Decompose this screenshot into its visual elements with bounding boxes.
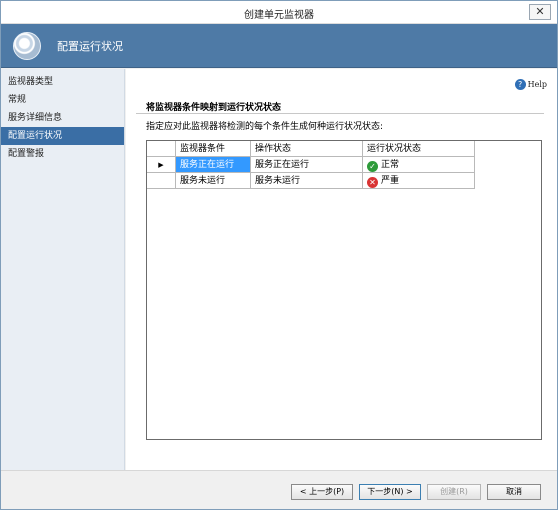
cancel-button[interactable]: 取消 xyxy=(487,484,541,500)
row-header-cell xyxy=(147,173,176,189)
monitor-condition-cell[interactable]: 服务未运行 xyxy=(176,173,251,189)
close-icon: ✕ xyxy=(535,5,545,18)
operational-state-cell[interactable]: 服务未运行 xyxy=(251,173,363,189)
column-header-monitor-condition[interactable]: 监视器条件 xyxy=(176,141,251,157)
page-heading: 配置运行状况 xyxy=(57,40,123,53)
monitor-condition-cell[interactable]: 服务正在运行 xyxy=(176,157,251,173)
help-link[interactable]: ? Help xyxy=(514,79,547,90)
table-row[interactable]: ▶ 服务正在运行 服务正在运行 ✓ 正常 xyxy=(147,157,541,173)
grid-header-row: 监视器条件 操作状态 运行状况状态 xyxy=(147,141,541,157)
grid-corner-cell xyxy=(147,141,176,157)
sidebar-item-service-details[interactable]: 服务详细信息 xyxy=(1,109,124,127)
sidebar-item-configure-alerts[interactable]: 配置警报 xyxy=(1,145,124,163)
close-button[interactable]: ✕ xyxy=(529,4,551,20)
error-circle-icon: ✕ xyxy=(367,177,378,188)
back-button[interactable]: < 上一步(P) xyxy=(291,484,353,500)
wizard-footer: < 上一步(P) 下一步(N) > 创建(R) 取消 xyxy=(1,470,557,509)
section-title: 将监视器条件映射到运行状况状态 xyxy=(146,103,282,113)
window-title: 创建单元监视器 xyxy=(244,10,314,21)
health-state-cell[interactable]: ✕ 严重 xyxy=(363,173,475,189)
sidebar-item-monitor-type[interactable]: 监视器类型 xyxy=(1,73,124,91)
operational-state-cell[interactable]: 服务正在运行 xyxy=(251,157,363,173)
column-header-operational-state[interactable]: 操作状态 xyxy=(251,141,363,157)
section-divider xyxy=(136,113,544,114)
sidebar-item-general[interactable]: 常规 xyxy=(1,91,124,109)
health-state-label: 严重 xyxy=(381,176,400,186)
wizard-window: 创建单元监视器 ✕ 配置运行状况 监视器类型 常规 服务详细信息 配置运行状况 … xyxy=(0,0,558,510)
column-header-health-state[interactable]: 运行状况状态 xyxy=(363,141,475,157)
wizard-logo-icon xyxy=(13,32,41,60)
next-button[interactable]: 下一步(N) > xyxy=(359,484,421,500)
title-bar: 创建单元监视器 ✕ xyxy=(1,1,557,24)
help-icon: ? xyxy=(514,79,526,90)
health-mapping-grid[interactable]: 监视器条件 操作状态 运行状况状态 ▶ 服务正在运行 服务正在运行 ✓ 正常 服务… xyxy=(146,140,542,440)
health-state-cell[interactable]: ✓ 正常 xyxy=(363,157,475,173)
health-state-label: 正常 xyxy=(381,160,400,170)
help-label: Help xyxy=(527,80,547,89)
wizard-steps-sidebar: 监视器类型 常规 服务详细信息 配置运行状况 配置警报 xyxy=(1,69,125,470)
instruction-text: 指定应对此监视器将检测的每个条件生成何种运行状况状态: xyxy=(146,122,384,132)
wizard-header: 配置运行状况 xyxy=(1,24,557,68)
content-panel: ? Help 将监视器条件映射到运行状况状态 指定应对此监视器将检测的每个条件生成… xyxy=(126,69,557,470)
create-button[interactable]: 创建(R) xyxy=(427,484,481,500)
current-row-indicator-icon: ▶ xyxy=(147,157,176,173)
sidebar-item-configure-health[interactable]: 配置运行状况 xyxy=(1,127,124,145)
table-row[interactable]: 服务未运行 服务未运行 ✕ 严重 xyxy=(147,173,541,189)
check-circle-icon: ✓ xyxy=(367,161,378,172)
